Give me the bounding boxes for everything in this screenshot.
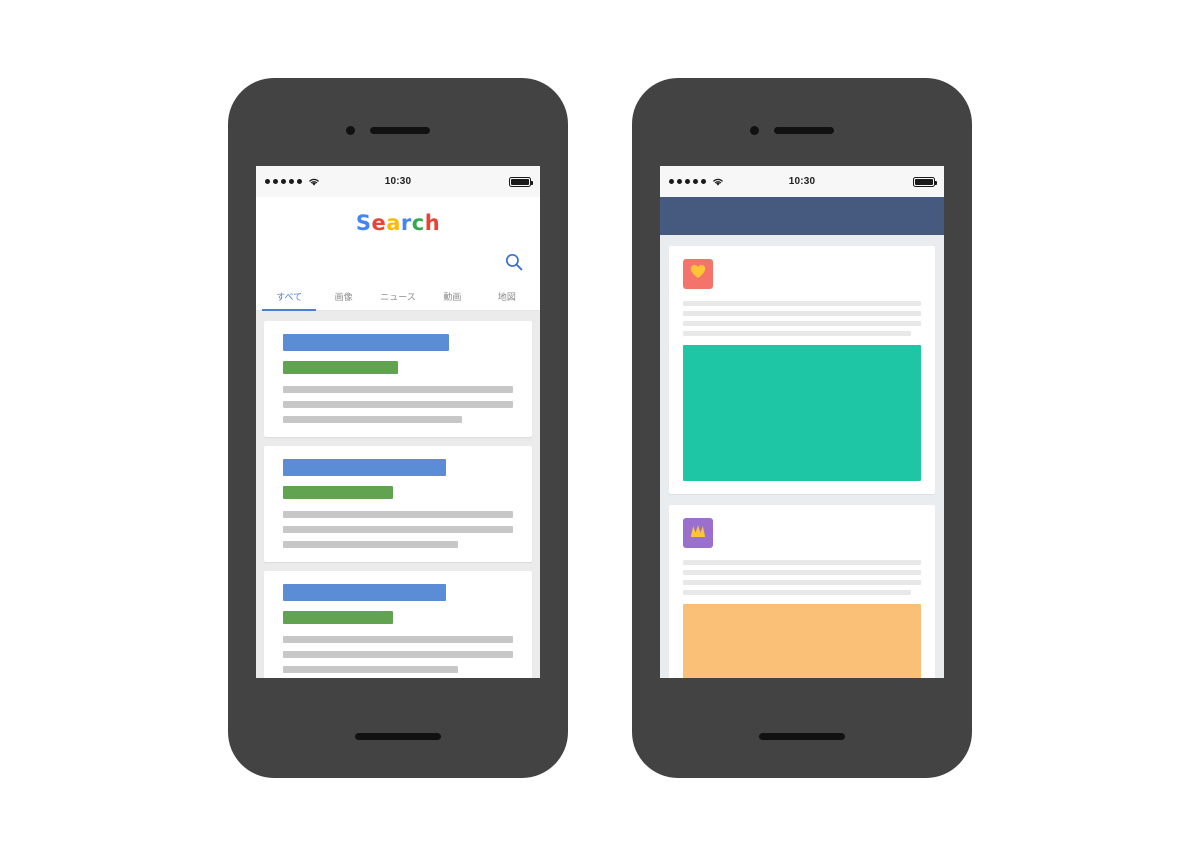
post-text-line [683,560,921,565]
search-result-item[interactable] [264,446,532,562]
magnifier-icon[interactable] [504,252,524,272]
home-button[interactable] [759,733,845,740]
phone-device-right: 10:30 [632,78,972,778]
status-bar-left: 10:30 [256,166,540,197]
search-tab-bar: すべて 画像 ニュース 動画 地図 [256,283,540,311]
search-result-item[interactable] [264,321,532,437]
tab-maps[interactable]: 地図 [480,283,534,311]
search-bar[interactable] [256,243,540,279]
post-text-line [683,570,921,575]
home-button[interactable] [355,733,441,740]
feed-post-item[interactable] [669,246,935,494]
battery-full-icon [509,176,534,187]
tab-all[interactable]: すべて [262,283,317,311]
logo-letter-a: a [386,211,401,235]
result-snippet-line [283,651,513,658]
result-snippet-line [283,541,458,548]
feed-app-root [660,197,944,678]
heart-icon [690,264,706,284]
earpiece-speaker [774,127,834,134]
search-app-root: Search すべて 画像 ニュース 動画 地図 [256,197,540,678]
logo-letter-e: e [371,211,387,235]
app-navigation-bar[interactable] [660,197,944,235]
avatar[interactable] [683,259,713,289]
result-url-placeholder [283,361,398,374]
post-text-line [683,321,921,326]
result-snippet-line [283,416,463,423]
status-battery-group [913,176,938,187]
crown-icon [690,524,706,543]
search-results-list[interactable] [256,311,540,678]
result-snippet-line [283,386,513,393]
scene-canvas: 10:30 Search すべて 画像 ニュース 動画 地図 10:30 [0,0,1200,848]
logo-letter-h: h [424,211,441,235]
result-snippet-line [283,526,513,533]
status-bar-right: 10:30 [660,166,944,197]
result-url-placeholder [283,486,394,499]
result-snippet-line [283,636,513,643]
post-image-teal[interactable] [683,345,921,481]
logo-letter-r: r [400,211,412,235]
phone-screen-left: 10:30 Search すべて 画像 ニュース 動画 地図 [256,166,540,678]
front-camera-icon [750,126,759,135]
status-battery-group [509,176,534,187]
logo-letter-s: S [355,211,372,235]
tab-images[interactable]: 画像 [316,283,370,311]
tab-videos[interactable]: 動画 [425,283,479,311]
result-title-placeholder [283,334,449,351]
earpiece-speaker [370,127,430,134]
post-text-line [683,301,921,306]
result-title-placeholder [283,584,447,601]
feed-list[interactable] [660,235,944,678]
result-snippet-line [283,666,458,673]
search-logo: Search [356,211,440,235]
phone-screen-right: 10:30 [660,166,944,678]
app-logo-wrap: Search [256,197,540,243]
post-text-line [683,331,912,336]
post-text-line [683,580,921,585]
post-text-line [683,590,912,595]
front-camera-icon [346,126,355,135]
tab-news[interactable]: ニュース [371,283,425,311]
phone-device-left: 10:30 Search すべて 画像 ニュース 動画 地図 [228,78,568,778]
post-image-orange[interactable] [683,604,921,678]
result-snippet-line [283,511,513,518]
logo-letter-c: c [411,211,425,235]
result-title-placeholder [283,459,447,476]
status-clock: 10:30 [788,176,816,187]
result-url-placeholder [283,611,394,624]
status-clock: 10:30 [384,176,412,187]
feed-post-item[interactable] [669,505,935,678]
avatar[interactable] [683,518,713,548]
battery-full-icon [913,176,938,187]
search-result-item[interactable] [264,571,532,678]
post-text-line [683,311,921,316]
result-snippet-line [283,401,513,408]
search-input[interactable] [272,254,504,270]
